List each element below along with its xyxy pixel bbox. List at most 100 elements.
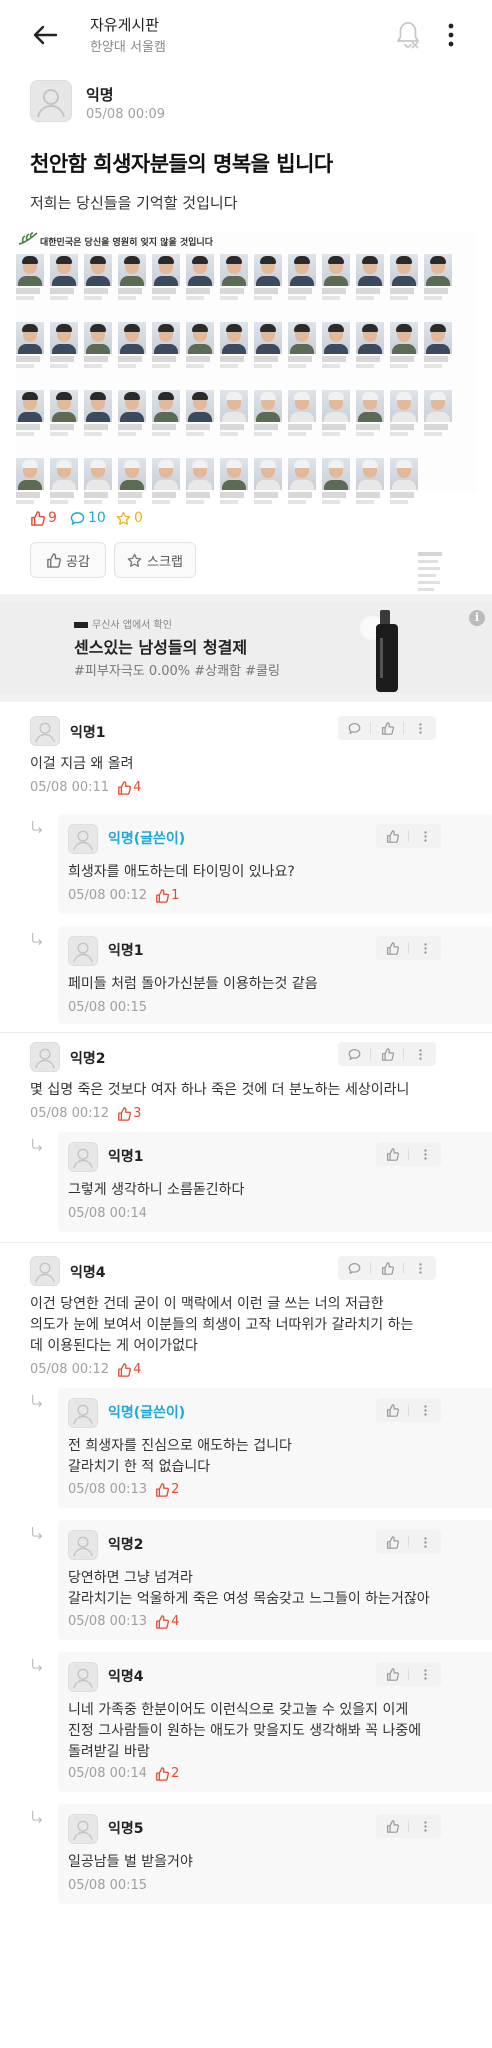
school-name: 한양대 서울캠 xyxy=(90,40,166,55)
advertisement-banner[interactable]: 무신사 앱에서 확인 센스있는 남성들의 청결제 #피부자극도 0.00% #상… xyxy=(0,602,492,694)
comment-time: 05/08 00:11 xyxy=(30,780,110,795)
comment-author: 익명4 xyxy=(108,1669,144,1685)
scrap-button[interactable]: 스크랩 xyxy=(114,542,196,578)
memorial-portrait xyxy=(390,390,418,436)
comment-meta: 05/08 00:12 1 xyxy=(68,888,179,903)
ad-info-icon[interactable]: i xyxy=(469,610,485,626)
memorial-portrait xyxy=(220,254,248,300)
comment-time: 05/08 00:12 xyxy=(30,1106,110,1121)
comment-author: 익명1 xyxy=(70,725,106,741)
thumbs-up-icon xyxy=(117,781,131,795)
comment-like-value: 4 xyxy=(133,1362,142,1377)
memorial-portrait xyxy=(50,322,78,368)
like-comment-button[interactable] xyxy=(376,936,408,960)
comment-text: 이걸 지금 왜 올려 xyxy=(30,756,134,772)
memorial-photo-image[interactable]: 대한민국은 당신을 영원히 잊지 않을 것입니다 xyxy=(16,232,476,591)
thumbs-up-icon xyxy=(386,1668,399,1681)
comment-more-button[interactable] xyxy=(404,716,436,740)
comment-more-button[interactable] xyxy=(409,1530,441,1554)
like-button[interactable]: 공감 xyxy=(30,542,106,578)
board-title: 자유게시판 xyxy=(90,16,160,34)
section-divider xyxy=(0,694,492,702)
comment-avatar xyxy=(30,1256,60,1286)
like-count: 9 xyxy=(30,510,57,526)
reply-button[interactable] xyxy=(338,1042,370,1066)
like-comment-button[interactable] xyxy=(376,1530,408,1554)
like-comment-button[interactable] xyxy=(376,1142,408,1166)
reply-box: 익명(글쓴이) 전 희생자를 진심으로 애도하는 겁니다 갈라치기 한 적 없습니… xyxy=(58,1388,492,1508)
scrap-count: 0 xyxy=(116,510,143,526)
memorial-portrait xyxy=(152,390,180,436)
comment-text: 몇 십명 죽은 것보다 여자 하나 죽은 것에 더 분노하는 세상이라니 xyxy=(30,1082,410,1098)
like-comment-button[interactable] xyxy=(376,1662,408,1686)
memorial-portrait xyxy=(390,458,418,504)
like-comment-button[interactable] xyxy=(371,1042,403,1066)
comment-like-count: 4 xyxy=(155,1614,179,1629)
thumbs-up-icon xyxy=(117,1107,131,1121)
comment-more-button[interactable] xyxy=(409,1398,441,1422)
reply-button[interactable] xyxy=(338,1256,370,1280)
section-divider xyxy=(0,594,492,602)
comment-more-button[interactable] xyxy=(409,1814,441,1838)
comment-like-count: 2 xyxy=(155,1482,179,1497)
comment-more-button[interactable] xyxy=(409,1142,441,1166)
reply-box: 익명1 그렇게 생각하니 소름돋긴하다 05/08 00:14 xyxy=(58,1132,492,1232)
like-button-label: 공감 xyxy=(66,554,90,570)
post-author: 익명 xyxy=(86,86,114,104)
memorial-portrait xyxy=(356,254,384,300)
comment-more-button[interactable] xyxy=(404,1042,436,1066)
memorial-portrait xyxy=(16,322,44,368)
comment-more-button[interactable] xyxy=(409,936,441,960)
memorial-portrait xyxy=(356,458,384,504)
memorial-portrait xyxy=(118,254,146,300)
memorial-portrait xyxy=(390,322,418,368)
like-comment-button[interactable] xyxy=(376,1398,408,1422)
memorial-portrait xyxy=(186,322,214,368)
comment-meta: 05/08 00:11 4 xyxy=(30,780,141,795)
memorial-portrait xyxy=(50,390,78,436)
comment-author: 익명4 xyxy=(70,1265,106,1281)
comment-actions xyxy=(338,716,436,740)
scrap-count-value: 0 xyxy=(134,510,143,526)
memorial-portrait xyxy=(16,458,44,504)
comment-more-button[interactable] xyxy=(409,824,441,848)
comment-actions xyxy=(376,936,441,960)
avatar-placeholder-icon xyxy=(69,1531,97,1559)
comment-avatar xyxy=(68,1398,98,1428)
reply-arrow-icon xyxy=(30,1394,44,1408)
memorial-portrait xyxy=(118,390,146,436)
comment-meta: 05/08 00:12 4 xyxy=(30,1362,141,1377)
memorial-portrait xyxy=(356,390,384,436)
thumbs-up-icon xyxy=(381,1048,394,1061)
comment-avatar xyxy=(68,1662,98,1692)
like-comment-button[interactable] xyxy=(376,824,408,848)
reply-button[interactable] xyxy=(338,716,370,740)
memorial-portrait xyxy=(186,254,214,300)
comment-avatar xyxy=(68,936,98,966)
memorial-portrait xyxy=(288,322,316,368)
comment-meta: 05/08 00:15 xyxy=(68,1878,147,1893)
more-menu-icon[interactable] xyxy=(446,22,456,48)
like-comment-button[interactable] xyxy=(371,1256,403,1280)
comment-time: 05/08 00:14 xyxy=(68,1206,148,1221)
comment-time: 05/08 00:13 xyxy=(68,1614,148,1629)
like-comment-button[interactable] xyxy=(376,1814,408,1838)
product-bottle-image xyxy=(360,610,398,692)
ad-brand: 무신사 앱에서 확인 xyxy=(74,616,172,631)
like-count-value: 9 xyxy=(48,510,57,526)
memorial-side-note xyxy=(418,552,442,591)
reply-box: 익명(글쓴이) 희생자를 애도하는데 타이밍이 있나요? 05/08 00:12 1 xyxy=(58,814,492,914)
scrap-button-label: 스크랩 xyxy=(147,554,183,570)
like-comment-button[interactable] xyxy=(371,716,403,740)
star-icon xyxy=(116,511,131,526)
comment-more-button[interactable] xyxy=(409,1662,441,1686)
comment-more-button[interactable] xyxy=(404,1256,436,1280)
notification-off-icon[interactable] xyxy=(395,20,421,50)
more-menu-icon xyxy=(419,942,432,955)
comment-avatar xyxy=(30,716,60,746)
back-arrow-icon[interactable] xyxy=(30,20,60,50)
comment-author: 익명2 xyxy=(70,1051,106,1067)
comment-bubble-icon xyxy=(348,1262,361,1275)
memorial-portrait xyxy=(84,322,112,368)
memorial-portrait xyxy=(322,458,350,504)
